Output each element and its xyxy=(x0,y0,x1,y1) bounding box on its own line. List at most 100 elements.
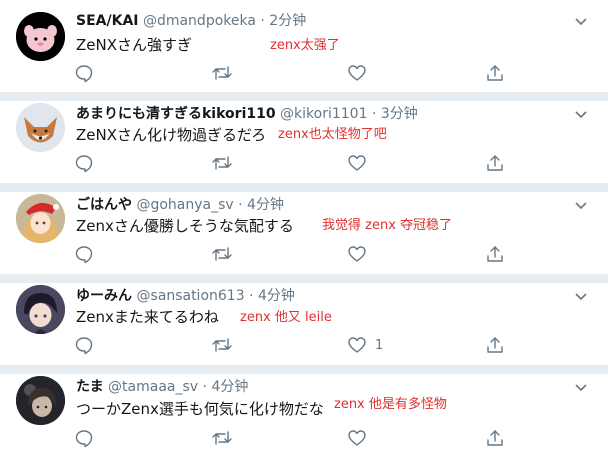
heart-icon xyxy=(348,65,366,81)
like-button[interactable] xyxy=(347,153,375,173)
tweet-actions xyxy=(0,244,608,266)
tweet-text: ZeNXさん強すぎ xyxy=(76,36,193,54)
tweet-actions xyxy=(0,153,608,175)
dark-anime-avatar-icon xyxy=(16,376,65,425)
translation-annotation: zenx 他是有多怪物 xyxy=(334,397,447,412)
reply-button[interactable] xyxy=(74,153,94,173)
meta-separator: · xyxy=(249,288,254,304)
share-button[interactable] xyxy=(485,244,505,264)
retweet-button[interactable] xyxy=(211,153,233,173)
tweet-avatar[interactable] xyxy=(16,12,65,61)
tweet-actions xyxy=(0,63,608,85)
retweet-button[interactable] xyxy=(211,63,233,83)
heart-icon xyxy=(348,155,366,171)
tweet-4[interactable]: ゆーみん @sansation613 · 4分钟 Zenxまた来てるわね zen… xyxy=(0,283,608,365)
user-handle[interactable]: @tamaaa_sv xyxy=(108,379,198,395)
share-button[interactable] xyxy=(485,428,505,448)
translation-annotation: 我觉得 zenx 夺冠稳了 xyxy=(322,218,453,233)
tweet-text: ZeNXさん化け物過ぎるだろ xyxy=(76,126,267,144)
meta-separator: · xyxy=(202,379,207,395)
retweet-icon xyxy=(212,156,232,170)
like-button[interactable] xyxy=(347,428,375,448)
chevron-down-icon[interactable] xyxy=(574,109,588,119)
share-icon xyxy=(487,246,503,262)
tweet-avatar[interactable] xyxy=(16,285,65,334)
share-icon xyxy=(487,430,503,446)
like-count: 1 xyxy=(375,337,384,353)
reply-button[interactable] xyxy=(74,244,94,264)
dark-hair-anime-avatar-icon xyxy=(16,285,65,334)
share-icon xyxy=(487,337,503,353)
meta-separator: · xyxy=(371,106,377,122)
retweet-icon xyxy=(212,338,232,352)
retweet-button[interactable] xyxy=(211,428,233,448)
tweet-header: ごはんや @gohanya_sv · 4分钟 xyxy=(76,196,284,214)
reply-icon xyxy=(75,337,93,355)
reply-icon xyxy=(75,246,93,264)
heart-icon xyxy=(348,246,366,262)
tweet-avatar[interactable] xyxy=(16,194,65,243)
display-name[interactable]: SEA/KAI xyxy=(76,13,139,29)
translation-annotation: zenx 他又 leile xyxy=(240,310,332,325)
user-handle[interactable]: @kikori1101 xyxy=(280,106,367,122)
tweet-header: たま @tamaaa_sv · 4分钟 xyxy=(76,378,248,396)
translation-annotation: zenx也太怪物了吧 xyxy=(278,127,387,142)
tweet-divider xyxy=(0,274,608,283)
retweet-button[interactable] xyxy=(211,335,233,355)
fox-avatar-icon xyxy=(16,103,65,152)
timestamp[interactable]: 4分钟 xyxy=(247,197,284,213)
chevron-down-icon[interactable] xyxy=(574,16,588,26)
reply-icon xyxy=(75,65,93,83)
tweet-divider xyxy=(0,92,608,101)
user-handle[interactable]: @dmandpokeka xyxy=(143,13,256,29)
retweet-icon xyxy=(212,431,232,445)
timestamp[interactable]: 2分钟 xyxy=(269,13,306,29)
tweet-actions: 1 xyxy=(0,335,608,357)
like-button[interactable] xyxy=(347,63,375,83)
display-name[interactable]: ゆーみん xyxy=(76,288,132,304)
reply-button[interactable] xyxy=(74,335,94,355)
tweet-5[interactable]: たま @tamaaa_sv · 4分钟 つーかZenx選手も何気に化け物だな z… xyxy=(0,374,608,452)
display-name[interactable]: あまりにも清すぎるkikori110 xyxy=(76,106,276,122)
tweet-text: つーかZenx選手も何気に化け物だな xyxy=(76,400,324,418)
display-name[interactable]: ごはんや xyxy=(76,197,132,213)
timestamp[interactable]: 3分钟 xyxy=(381,106,418,122)
heart-icon xyxy=(348,430,366,446)
share-button[interactable] xyxy=(485,63,505,83)
display-name[interactable]: たま xyxy=(76,379,104,395)
like-button[interactable]: 1 xyxy=(347,335,383,355)
reply-button[interactable] xyxy=(74,63,94,83)
tweet-header: ゆーみん @sansation613 · 4分钟 xyxy=(76,287,295,305)
chevron-down-icon[interactable] xyxy=(574,291,588,301)
tweet-1[interactable]: SEA/KAI @dmandpokeka · 2分钟 ZeNXさん強すぎ zen… xyxy=(0,0,608,92)
meta-separator: · xyxy=(238,197,243,213)
heart-icon xyxy=(348,337,366,353)
share-button[interactable] xyxy=(485,153,505,173)
tweet-actions xyxy=(0,428,608,450)
timestamp[interactable]: 4分钟 xyxy=(211,379,248,395)
tweet-2[interactable]: あまりにも清すぎるkikori110 @kikori1101 · 3分钟 ZeN… xyxy=(0,101,608,183)
reply-icon xyxy=(75,155,93,173)
tweet-3[interactable]: ごはんや @gohanya_sv · 4分钟 Zenxさん優勝しそうな気配する … xyxy=(0,192,608,274)
pink-creature-avatar-icon xyxy=(16,12,65,61)
reply-icon xyxy=(75,430,93,448)
share-icon xyxy=(487,65,503,81)
translation-annotation: zenx太强了 xyxy=(270,38,340,53)
meta-separator: · xyxy=(260,13,265,29)
chevron-down-icon[interactable] xyxy=(574,200,588,210)
chevron-down-icon[interactable] xyxy=(574,382,588,392)
tweet-avatar[interactable] xyxy=(16,376,65,425)
santa-girl-avatar-icon xyxy=(16,194,65,243)
timestamp[interactable]: 4分钟 xyxy=(258,288,295,304)
user-handle[interactable]: @sansation613 xyxy=(136,288,244,304)
share-button[interactable] xyxy=(485,335,505,355)
retweet-button[interactable] xyxy=(211,244,233,264)
tweet-header: あまりにも清すぎるkikori110 @kikori1101 · 3分钟 xyxy=(76,105,418,123)
tweet-text: Zenxさん優勝しそうな気配する xyxy=(76,217,294,235)
retweet-icon xyxy=(212,66,232,80)
user-handle[interactable]: @gohanya_sv xyxy=(136,197,233,213)
tweet-avatar[interactable] xyxy=(16,103,65,152)
tweet-header: SEA/KAI @dmandpokeka · 2分钟 xyxy=(76,12,306,30)
like-button[interactable] xyxy=(347,244,375,264)
reply-button[interactable] xyxy=(74,428,94,448)
